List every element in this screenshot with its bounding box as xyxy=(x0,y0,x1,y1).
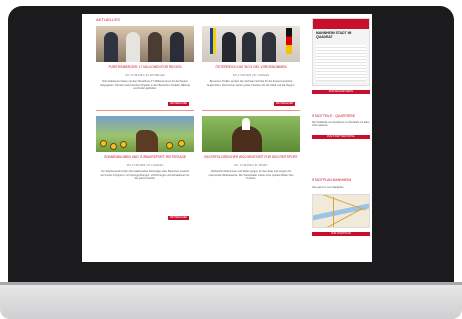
section-heading: AKTUELLES xyxy=(96,17,121,22)
news-title[interactable]: EIN ERFOLGREICHER WOCHENSTART FÜR DEN RE… xyxy=(204,155,298,159)
news-photo[interactable] xyxy=(96,26,194,62)
laptop-mockup: AKTUELLES FÜRSTENBERGER: 17 MILLIONEN FÜ… xyxy=(0,0,462,319)
districts-text: Die Stadtteile und Quartiere im Überblic… xyxy=(312,121,370,128)
news-excerpt: Zahlreiche Reiterinnen und Reiter gingen… xyxy=(208,170,294,181)
news-meta: DO, 17.08.2023 | IN: LOKALES xyxy=(126,164,164,167)
magazine-button[interactable]: ZUR MAGAZIN-SEITE xyxy=(312,90,370,94)
news-excerpt: Drei Fraktionen haben mit dem Beschluss … xyxy=(100,80,190,91)
magazine-title: MANNHEIM STADT IM QUADRAT xyxy=(316,31,352,39)
news-title[interactable]: ÖSTERREICH HAT SICH VIEL VORGENOMMEN xyxy=(204,65,298,69)
read-more-button[interactable]: WEITERLESEN xyxy=(274,102,296,106)
divider xyxy=(96,110,194,111)
districts-button[interactable]: ZUM STADTTEILPORTAL xyxy=(312,135,370,139)
news-meta: DO, 17.08.2023 | IN: AKTUELLES xyxy=(125,74,165,77)
laptop-screen: AKTUELLES FÜRSTENBERGER: 17 MILLIONEN FÜ… xyxy=(82,14,372,262)
news-meta: DO, 17.08.2023 | IN: SPORT xyxy=(234,164,268,167)
read-more-button[interactable]: WEITERLESEN xyxy=(168,102,190,106)
laptop-hinge xyxy=(0,282,462,285)
cityplan-button[interactable]: ZUM STADTPLAN xyxy=(312,232,370,236)
cityplan-title: STADTPLAN MANNHEIM xyxy=(312,178,352,182)
magazine-cover[interactable]: MANNHEIM STADT IM QUADRAT xyxy=(312,18,370,86)
city-map[interactable] xyxy=(312,194,370,228)
news-excerpt: Bei einem Treffen wurden die nächsten Sc… xyxy=(206,80,296,87)
news-excerpt: Am Wochenende finden die traditionellen … xyxy=(100,170,190,181)
districts-title: STADTTEILE · QUARTIERE xyxy=(312,114,356,118)
news-photo[interactable] xyxy=(202,116,300,152)
news-photo[interactable] xyxy=(96,116,194,152)
news-meta: DO, 17.08.2023 | IN: LOKALES xyxy=(232,74,270,77)
news-title[interactable]: FÜRSTENBERGER: 17 MILLIONEN FÜR REGION xyxy=(98,65,192,69)
laptop-base xyxy=(0,282,462,319)
cityplan-text: Hier geht es zum Stadtplan. xyxy=(312,186,345,189)
divider xyxy=(202,110,300,111)
news-photo[interactable] xyxy=(202,26,300,62)
news-title[interactable]: SONNENBLUMEN UND TURNIERSPORT: REITERTAG… xyxy=(98,155,192,159)
read-more-button[interactable]: WEITERLESEN xyxy=(168,216,190,220)
